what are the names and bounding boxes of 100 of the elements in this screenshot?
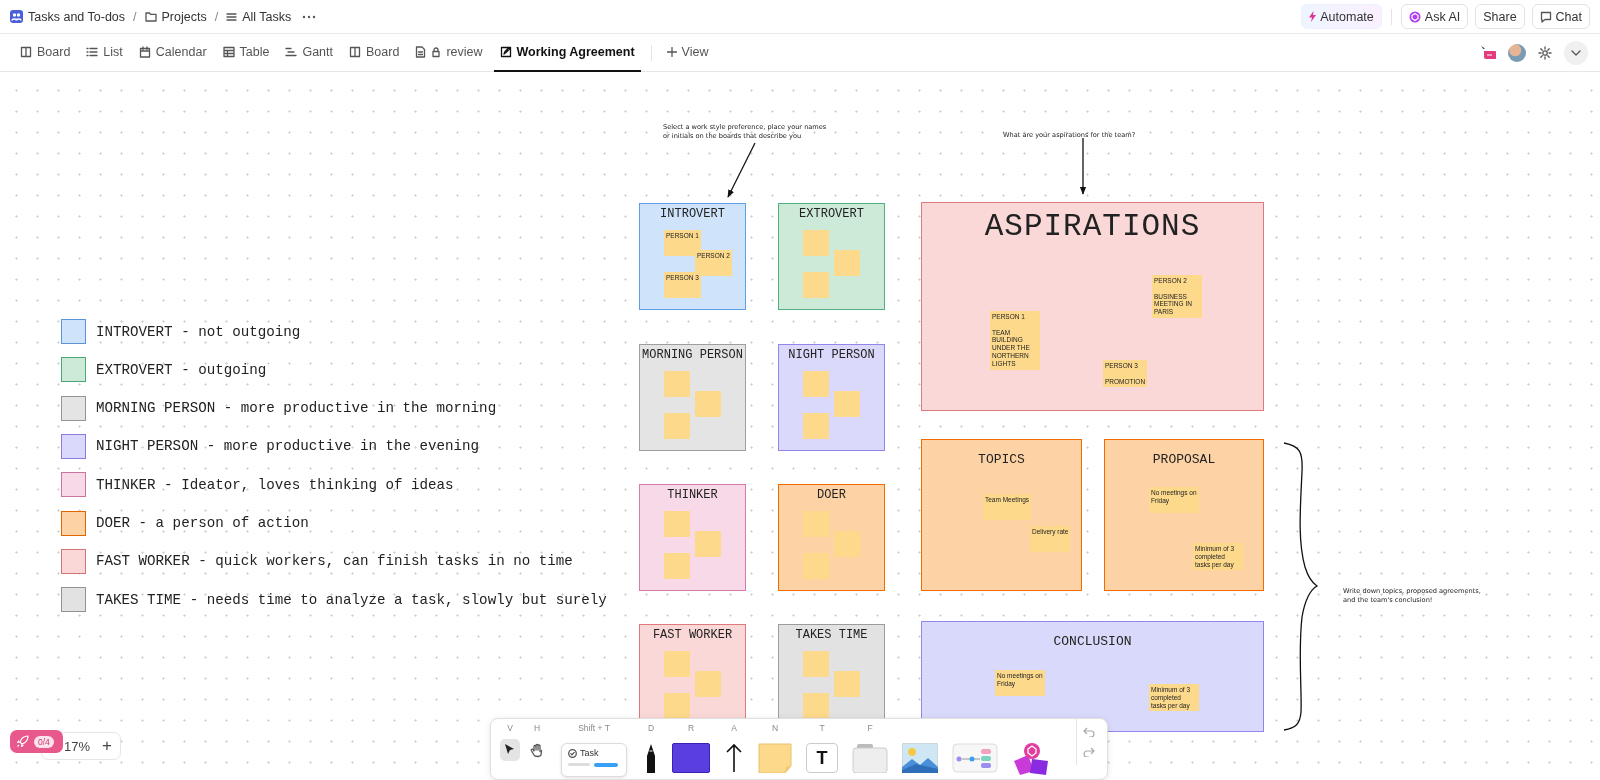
user-avatar[interactable] [1508, 43, 1526, 62]
shortcut-label: H [533, 722, 541, 735]
board-title: INTROVERT [659, 206, 726, 221]
check-circle-icon [568, 748, 577, 758]
sticky-note-icon [758, 743, 792, 773]
plus-icon [666, 47, 677, 57]
sticky-note[interactable] [695, 391, 721, 417]
sticky-note[interactable] [803, 693, 829, 719]
legend-label: NIGHT PERSON - more productive in the evening [96, 438, 480, 455]
shortcut-label: D [647, 722, 655, 735]
lightning-icon [1309, 11, 1317, 22]
share-button[interactable]: Share [1475, 4, 1525, 29]
chat-icon [1539, 10, 1552, 23]
legend-label: INTROVERT - not outgoing [96, 323, 301, 340]
sticky-note[interactable] [803, 413, 829, 439]
shortcut-label: T [819, 722, 825, 735]
board-title: FAST WORKER [651, 627, 734, 642]
lock-icon [431, 46, 442, 58]
hand-icon [530, 743, 544, 758]
zoom-in-button[interactable]: + [102, 736, 112, 756]
flowchart-icon [952, 743, 998, 773]
table-icon [222, 46, 235, 58]
sticky-note[interactable] [664, 651, 690, 677]
board-title: TAKES TIME [794, 627, 869, 642]
breadcrumb-separator: / [214, 9, 219, 24]
shortcut-label: A [731, 722, 737, 735]
list-icon [86, 46, 99, 58]
comment-icon[interactable] [1480, 44, 1496, 61]
arrow [727, 142, 756, 198]
folder-icon [144, 11, 157, 22]
view-tab[interactable]: Board [15, 34, 76, 72]
list-icon [226, 11, 238, 22]
view-tab[interactable]: Calendar [133, 34, 212, 72]
sticky-note[interactable] [803, 371, 829, 397]
shortcut-label: F [867, 722, 873, 735]
sticky-note[interactable] [803, 272, 829, 298]
sticky-note[interactable] [664, 693, 690, 719]
legend-label: MORNING PERSON - more productive in the morning [96, 400, 497, 417]
sticky-note[interactable] [834, 531, 860, 557]
pen-icon [644, 743, 658, 773]
breadcrumb-link[interactable]: Projects [144, 9, 207, 24]
sticky-note[interactable] [695, 531, 721, 557]
board-title: MORNING PERSON [641, 347, 744, 362]
board-title: THINKER [666, 487, 719, 502]
legend-label: TAKES TIME - needs time to analyze a task, slowly but surely [96, 591, 607, 608]
gantt-icon [285, 46, 298, 58]
sticky-note[interactable] [803, 230, 829, 256]
board-title: ASPIRATIONS [983, 208, 1202, 244]
rocket-icon [16, 735, 29, 748]
select-tool[interactable] [500, 739, 520, 761]
sticky-note[interactable] [664, 511, 690, 537]
board-icon [20, 46, 32, 58]
view-tab[interactable]: Gantt [280, 34, 338, 72]
collapse-button[interactable] [1564, 40, 1588, 65]
sticky-note[interactable] [664, 413, 690, 439]
arrow [1079, 137, 1087, 195]
breadcrumb-separator: / [133, 9, 137, 24]
shortcut-label: V [507, 722, 513, 735]
view-tab[interactable]: review [410, 34, 488, 72]
legend-label: EXTROVERT - outgoing [96, 361, 267, 378]
shortcut-label: N [771, 722, 779, 735]
automate-button[interactable]: Automate [1301, 4, 1382, 29]
sticky-note[interactable] [695, 671, 721, 697]
ai-icon [1408, 10, 1421, 23]
sticky-note[interactable] [664, 371, 690, 397]
add-view-button[interactable]: View [661, 34, 714, 72]
shortcut-label: Shift + T [578, 722, 610, 735]
rectangle-icon [672, 743, 710, 773]
sticky-note[interactable] [803, 553, 829, 579]
onboarding-button[interactable]: 0/4 [10, 730, 63, 753]
sticky-note[interactable] [803, 651, 829, 677]
document-icon [415, 46, 427, 58]
view-tab[interactable]: Table [217, 34, 275, 72]
view-tab[interactable]: List [81, 34, 128, 72]
chevron-down-icon [1571, 49, 1581, 56]
zoom-level[interactable]: 17% [64, 738, 91, 754]
board-title: DOER [816, 487, 847, 502]
sticky-note[interactable] [803, 511, 829, 537]
board-title: NIGHT PERSON [787, 347, 876, 362]
sticky-note[interactable] [834, 391, 860, 417]
board-icon [349, 46, 361, 58]
undo-icon[interactable] [1083, 727, 1095, 737]
arrow-icon [724, 743, 744, 773]
sticky-note[interactable] [834, 250, 860, 276]
whiteboard-icon [499, 46, 512, 58]
view-tab[interactable]: Board [344, 34, 405, 72]
chat-button[interactable]: Chat [1531, 4, 1590, 29]
board-title: CONCLUSION [1052, 633, 1133, 649]
breadcrumb-link[interactable]: Tasks and To-dos [10, 9, 126, 24]
more-icon[interactable] [302, 13, 317, 20]
sticky-note[interactable] [664, 553, 690, 579]
breadcrumb-link[interactable]: All Tasks [226, 9, 292, 24]
settings-icon[interactable] [1538, 45, 1552, 60]
ai-button[interactable]: Ask AI [1400, 4, 1469, 29]
people-icon [10, 10, 23, 23]
redo-icon[interactable] [1083, 747, 1095, 757]
board-title: EXTROVERT [798, 206, 865, 221]
calendar-icon [138, 46, 151, 58]
shortcut-label: R [687, 722, 695, 735]
sticky-note[interactable] [834, 671, 860, 697]
